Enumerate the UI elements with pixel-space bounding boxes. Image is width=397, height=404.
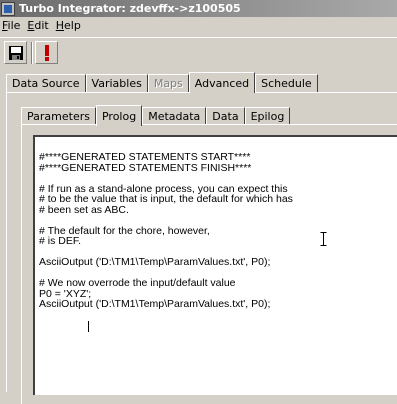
- tab-parameters[interactable]: Parameters: [21, 107, 96, 125]
- tab-advanced-label: Advanced: [194, 76, 250, 90]
- menu-help[interactable]: Help: [54, 19, 86, 32]
- menu-edit-rest: dit: [34, 19, 49, 32]
- menu-bar: File Edit Help: [0, 17, 397, 34]
- tab-data-source[interactable]: Data Source: [6, 74, 86, 92]
- floppy-disk-icon: [8, 45, 23, 60]
- window-title: Turbo Integrator: zdevffx->z100505: [19, 2, 241, 15]
- code-text: #****GENERATED STATEMENTS START**** #***…: [39, 152, 293, 310]
- title-bar: Turbo Integrator: zdevffx->z100505: [0, 0, 397, 17]
- tab-prolog[interactable]: Prolog: [95, 105, 143, 126]
- code-line: # been set as ABC.: [39, 203, 129, 216]
- menu-help-accelerator: H: [55, 19, 65, 32]
- tab-data[interactable]: Data: [206, 107, 245, 125]
- tab-data-source-label: Data Source: [12, 77, 80, 90]
- outer-tab-strip: Data Source Variables Maps Advanced Sche…: [6, 72, 318, 93]
- toolbar: [0, 37, 397, 68]
- tab-metadata[interactable]: Metadata: [142, 107, 207, 125]
- tab-epilog[interactable]: Epilog: [244, 107, 291, 125]
- code-line: AsciiOutput ('D:\TM1\Temp\ParamValues.tx…: [39, 298, 271, 310]
- text-caret: [88, 321, 89, 332]
- app-icon: [1, 1, 15, 16]
- tab-advanced[interactable]: Advanced: [188, 72, 256, 93]
- menu-file-rest: ile: [7, 19, 21, 32]
- code-line: #****GENERATED STATEMENTS FINISH****: [39, 161, 252, 174]
- tab-schedule[interactable]: Schedule: [255, 74, 318, 92]
- tab-data-label: Data: [212, 110, 239, 123]
- ibeam-cursor-icon: [320, 232, 327, 246]
- code-line: # is DEF.: [39, 235, 82, 247]
- tab-maps: Maps: [147, 74, 189, 92]
- tab-epilog-label: Epilog: [250, 110, 285, 123]
- tab-variables-label: Variables: [91, 77, 142, 90]
- menu-edit[interactable]: Edit: [25, 19, 53, 32]
- prolog-code-editor[interactable]: #****GENERATED STATEMENTS START**** #***…: [33, 135, 397, 395]
- tab-parameters-label: Parameters: [27, 110, 90, 123]
- exclamation-icon: [44, 44, 49, 61]
- execute-button[interactable]: [35, 41, 58, 64]
- tab-variables[interactable]: Variables: [85, 74, 148, 92]
- tab-schedule-label: Schedule: [261, 77, 312, 90]
- code-line: AsciiOutput ('D:\TM1\Temp\ParamValues.tx…: [39, 256, 271, 268]
- inner-tab-strip: Parameters Prolog Metadata Data Epilog: [21, 105, 291, 126]
- menu-file[interactable]: File: [0, 19, 25, 32]
- tab-maps-label: Maps: [153, 77, 183, 90]
- tab-prolog-label: Prolog: [101, 109, 137, 123]
- save-button[interactable]: [4, 41, 27, 64]
- tab-metadata-label: Metadata: [148, 110, 201, 123]
- toolbar-separator: [31, 42, 33, 64]
- menu-help-rest: elp: [64, 19, 81, 32]
